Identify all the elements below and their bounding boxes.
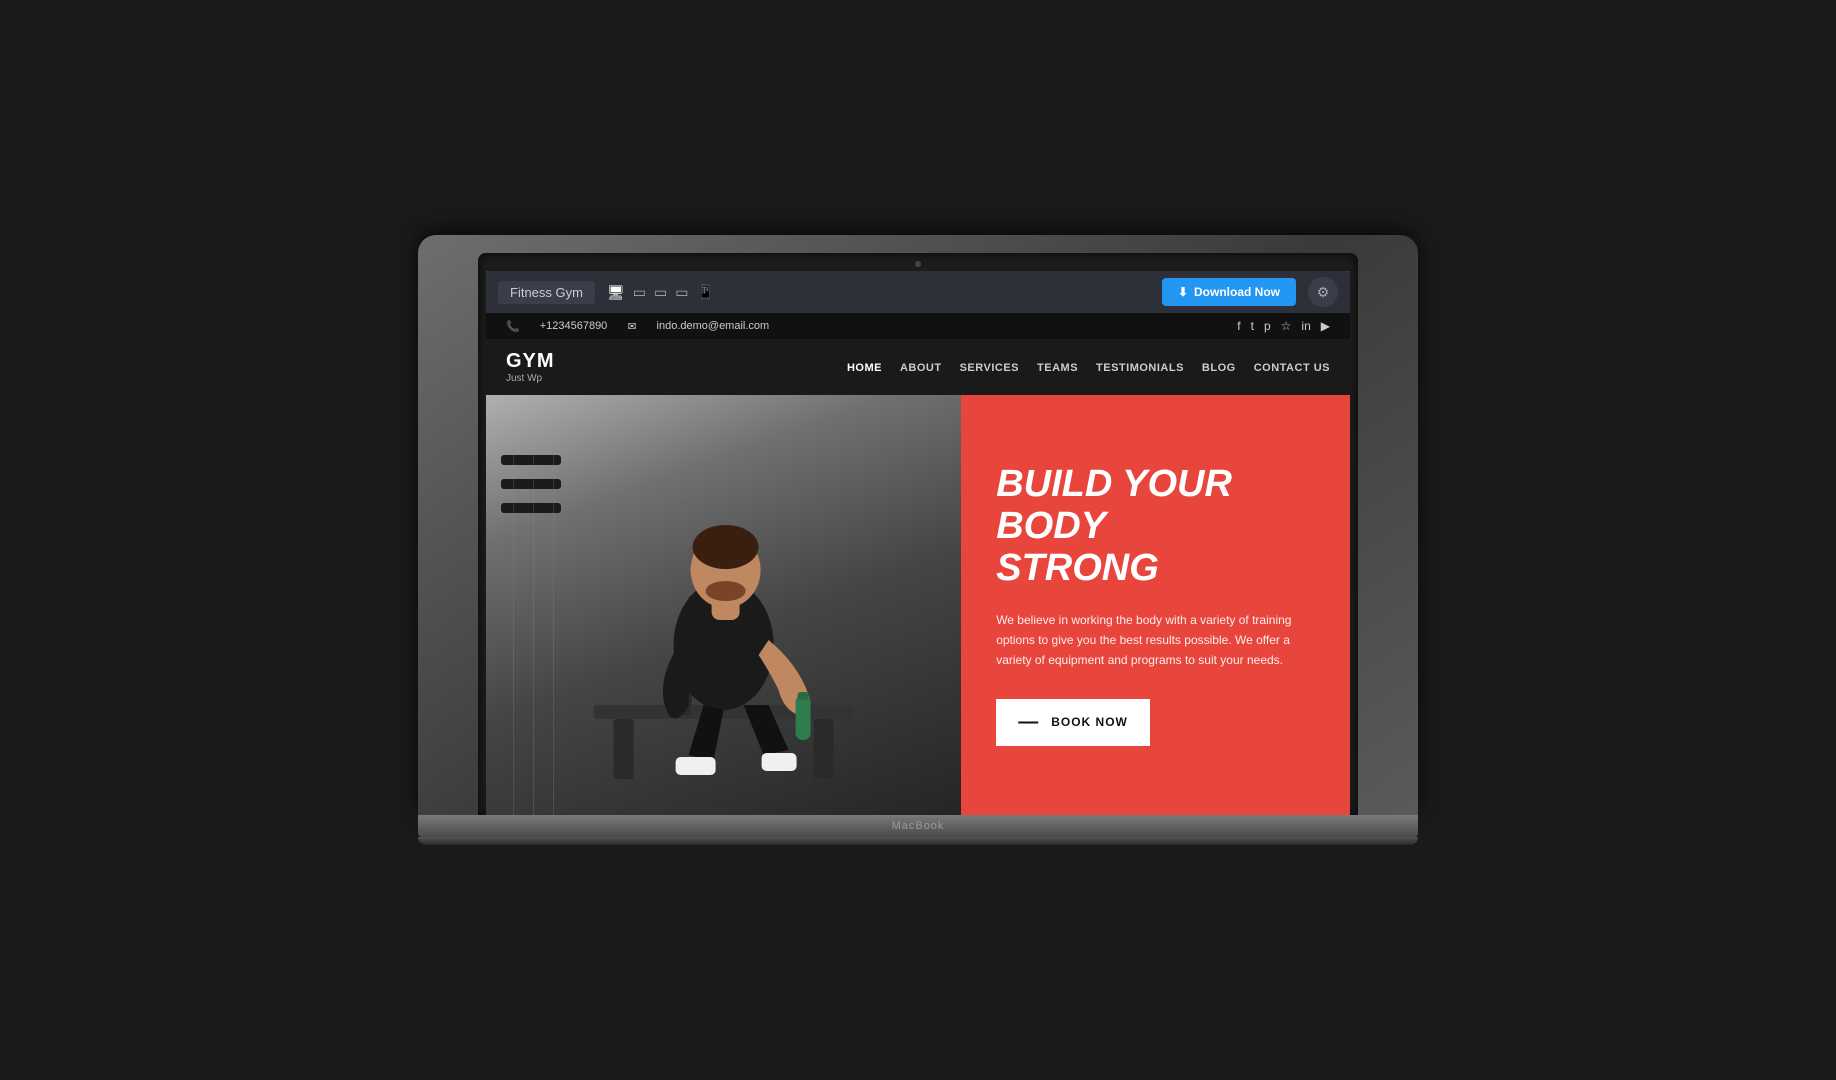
screen-content: Fitness Gym 🖥 ▭ ▭ ▭ 📱 ⬇ Download Now ⚙ [486, 271, 1350, 815]
hero-headline: BUILD YOUR BODY STRONG [996, 464, 1315, 589]
screen-bezel: Fitness Gym 🖥 ▭ ▭ ▭ 📱 ⬇ Download Now ⚙ [478, 253, 1358, 815]
gym-background [486, 395, 961, 815]
settings-icon: ⚙ [1317, 284, 1330, 301]
nav-item-teams[interactable]: TEAMS [1037, 358, 1078, 376]
camera-dot [915, 261, 921, 267]
nav-item-blog[interactable]: BLOG [1202, 358, 1236, 376]
nav-item-services[interactable]: SERVICES [960, 358, 1019, 376]
download-icon: ⬇ [1178, 285, 1188, 299]
nav-link-teams[interactable]: TEAMS [1037, 362, 1078, 374]
arrow-icon: — [1018, 711, 1039, 734]
download-button[interactable]: ⬇ Download Now [1162, 278, 1296, 306]
nav-link-contact[interactable]: CONTACT US [1254, 362, 1330, 374]
main-nav: HOME ABOUT SERVICES TEAMS TESTIMONIALS B… [847, 358, 1330, 376]
settings-button[interactable]: ⚙ [1308, 277, 1338, 307]
hero-description: We believe in working the body with a va… [996, 610, 1315, 671]
nav-link-blog[interactable]: BLOG [1202, 362, 1236, 374]
laptop-lid: Fitness Gym 🖥 ▭ ▭ ▭ 📱 ⬇ Download Now ⚙ [418, 235, 1418, 815]
mobile-icon[interactable]: 📱 [696, 284, 713, 301]
template-name-label: Fitness Gym [498, 281, 595, 304]
site-logo: GYM Just Wp [506, 350, 555, 384]
logo-subtitle: Just Wp [506, 373, 555, 384]
nav-link-services[interactable]: SERVICES [960, 362, 1019, 374]
nav-link-home[interactable]: HOME [847, 362, 882, 374]
youtube-icon[interactable]: ▶ [1321, 319, 1330, 333]
contact-bar: 📞 +1234567890 ✉ indo.demo@email.com f t … [486, 313, 1350, 339]
tablet-small-icon[interactable]: ▭ [675, 284, 688, 301]
linkedin-icon[interactable]: in [1301, 319, 1310, 333]
nav-links-list: HOME ABOUT SERVICES TEAMS TESTIMONIALS B… [847, 358, 1330, 376]
navigation-bar: GYM Just Wp HOME ABOUT SERVICES TEAMS TE… [486, 339, 1350, 395]
nav-link-about[interactable]: ABOUT [900, 362, 942, 374]
hero-text-panel: BUILD YOUR BODY STRONG We believe in wor… [961, 395, 1350, 815]
laptop-mockup: Fitness Gym 🖥 ▭ ▭ ▭ 📱 ⬇ Download Now ⚙ [418, 235, 1418, 845]
book-now-button[interactable]: — BOOK NOW [996, 699, 1150, 746]
tablet-icon[interactable]: ▭ [654, 284, 667, 301]
monitor-icon[interactable]: ▭ [633, 284, 646, 301]
download-label: Download Now [1194, 285, 1280, 299]
laptop-foot [418, 837, 1418, 845]
twitter-icon[interactable]: t [1251, 319, 1254, 333]
hero-headline-line2: STRONG [996, 547, 1159, 589]
nav-item-home[interactable]: HOME [847, 358, 882, 376]
nav-link-testimonials[interactable]: TESTIMONIALS [1096, 362, 1184, 374]
facebook-icon[interactable]: f [1237, 319, 1240, 333]
hero-image [486, 395, 961, 815]
laptop-base [418, 815, 1418, 837]
phone-number: +1234567890 [540, 320, 608, 332]
nav-item-testimonials[interactable]: TESTIMONIALS [1096, 358, 1184, 376]
athlete-silhouette [486, 395, 961, 815]
nav-item-about[interactable]: ABOUT [900, 358, 942, 376]
hero-headline-line1: BUILD YOUR BODY [996, 463, 1232, 547]
hero-section: BUILD YOUR BODY STRONG We believe in wor… [486, 395, 1350, 815]
nav-item-contact[interactable]: CONTACT US [1254, 358, 1330, 376]
email-icon: ✉ [627, 320, 636, 333]
email-address: indo.demo@email.com [657, 320, 770, 332]
desktop-icon[interactable]: 🖥 [607, 284, 625, 301]
editor-bar: Fitness Gym 🖥 ▭ ▭ ▭ 📱 ⬇ Download Now ⚙ [486, 271, 1350, 313]
book-btn-label: BOOK NOW [1051, 715, 1128, 729]
device-icons: 🖥 ▭ ▭ ▭ 📱 [607, 284, 714, 301]
pinterest-icon[interactable]: p [1264, 319, 1271, 333]
phone-icon: 📞 [506, 320, 520, 333]
logo-name: GYM [506, 350, 555, 373]
instagram-icon[interactable]: ☆ [1281, 319, 1292, 333]
social-icons: f t p ☆ in ▶ [1237, 319, 1330, 333]
